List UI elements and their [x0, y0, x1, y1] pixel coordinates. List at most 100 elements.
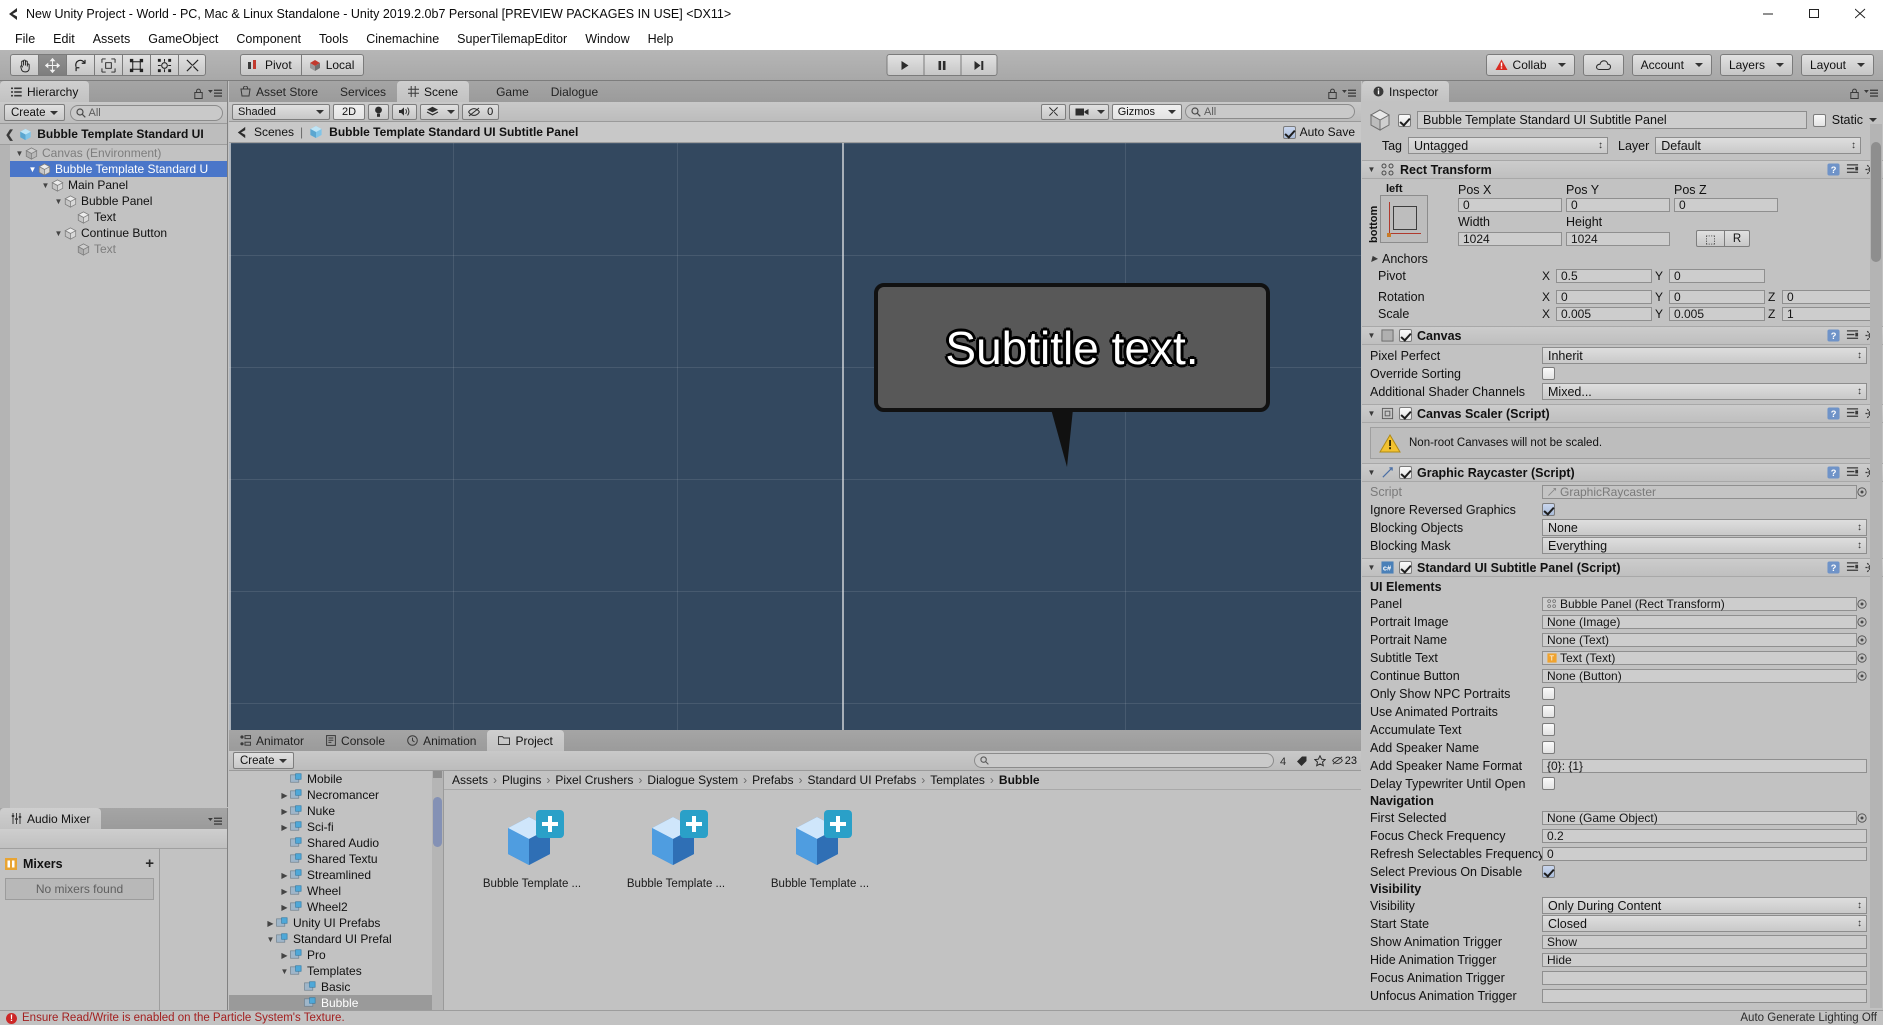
project-create-button[interactable]: Create — [233, 752, 294, 769]
pos-y-input[interactable]: 0 — [1566, 198, 1670, 212]
preset-icon[interactable] — [1846, 561, 1859, 574]
project-tree-item-8[interactable]: ▶ Wheel2 — [229, 899, 443, 915]
inspector-scrollbar[interactable] — [1870, 124, 1882, 1008]
foldout-arrow-icon[interactable]: ▼ — [1367, 563, 1376, 572]
hierarchy-item-6[interactable]: Text — [0, 241, 227, 257]
tab-services[interactable]: Services — [329, 81, 397, 102]
preset-icon[interactable] — [1846, 466, 1859, 479]
tab-animation[interactable]: Animation — [396, 730, 487, 751]
foldout-arrow-icon[interactable]: ▶ — [279, 823, 290, 832]
animated-portraits-checkbox[interactable] — [1542, 705, 1555, 718]
crumb-pixelcrushers[interactable]: Pixel Crushers — [555, 773, 633, 787]
hierarchy-item-5[interactable]: ▼ Continue Button — [0, 225, 227, 241]
refresh-selectables-input[interactable]: 0 — [1542, 846, 1867, 861]
scale-z-input[interactable]: 1 — [1782, 306, 1878, 321]
graphic-raycaster-header[interactable]: ▼ Graphic Raycaster (Script) ? — [1362, 463, 1883, 482]
shading-mode-dropdown[interactable]: Shaded — [232, 103, 330, 120]
focus-animation-trigger-input[interactable] — [1542, 970, 1867, 985]
delay-typewriter-checkbox[interactable] — [1542, 777, 1555, 790]
object-enabled-checkbox[interactable] — [1398, 113, 1411, 127]
scene-tools-button[interactable] — [1040, 103, 1066, 120]
tab-asset-store[interactable]: Asset Store — [229, 81, 329, 102]
foldout-arrow-icon[interactable]: ▶ — [279, 871, 290, 880]
rotation-y-input[interactable]: 0 — [1669, 289, 1765, 304]
accumulate-text-checkbox[interactable] — [1542, 723, 1555, 736]
object-picker-icon[interactable] — [1857, 598, 1867, 609]
subtitle-bubble[interactable]: Subtitle text. — [874, 283, 1270, 412]
project-tree-item-9[interactable]: ▶ Unity UI Prefabs — [229, 915, 443, 931]
tab-dialogue[interactable]: Dialogue — [540, 81, 609, 102]
tab-inspector[interactable]: Inspector — [1362, 81, 1450, 102]
foldout-arrow-icon[interactable]: ▼ — [1367, 165, 1376, 174]
layers-button[interactable]: Layers — [1719, 54, 1793, 76]
foldout-arrow-icon[interactable]: ▼ — [1367, 409, 1376, 418]
panel-menu-icon[interactable] — [1342, 89, 1356, 98]
canvas-header[interactable]: ▼ Canvas ? — [1362, 326, 1883, 345]
account-button[interactable]: Account — [1631, 54, 1712, 76]
transform-tool-button[interactable] — [150, 54, 178, 76]
height-input[interactable]: 1024 — [1566, 231, 1670, 246]
subtitle-panel-enabled-checkbox[interactable] — [1399, 561, 1412, 574]
scene-breadcrumb-object[interactable]: Bubble Template Standard UI Subtitle Pan… — [329, 125, 578, 139]
add-mixer-button[interactable]: + — [145, 855, 154, 872]
scene-fx-dropdown[interactable] — [420, 103, 460, 120]
portrait-image-objectfield[interactable]: None (Image) — [1542, 614, 1857, 629]
blueprint-mode-button[interactable]: ⬚ — [1696, 230, 1725, 247]
object-picker-icon[interactable] — [1857, 634, 1867, 645]
project-tree-item-7[interactable]: ▶ Wheel — [229, 883, 443, 899]
tab-animator[interactable]: Animator — [229, 730, 315, 751]
project-tree-scrollbar[interactable] — [432, 771, 443, 1025]
layout-button[interactable]: Layout — [1800, 54, 1874, 76]
favorite-star-icon[interactable] — [1313, 754, 1326, 767]
pivot-y-input[interactable]: 0 — [1669, 268, 1765, 283]
tag-dropdown[interactable]: Untagged — [1408, 137, 1608, 154]
scroll-thumb[interactable] — [433, 797, 442, 847]
label-tag-icon[interactable] — [1296, 755, 1308, 767]
pixel-perfect-dropdown[interactable]: Inherit — [1542, 347, 1867, 364]
project-tree-item-0[interactable]: Mobile — [229, 771, 443, 787]
menu-file[interactable]: File — [6, 30, 44, 48]
local-toggle-button[interactable]: Local — [300, 54, 365, 76]
help-icon[interactable]: ? — [1827, 163, 1840, 176]
raw-edit-button[interactable]: R — [1724, 230, 1751, 247]
project-tree-item-12[interactable]: ▼ Templates — [229, 963, 443, 979]
foldout-arrow-icon[interactable]: ▶ — [279, 903, 290, 912]
foldout-arrow-icon[interactable]: ▶ — [1370, 254, 1379, 263]
blocking-mask-dropdown[interactable]: Everything — [1542, 537, 1867, 554]
show-animation-trigger-input[interactable]: Show — [1542, 934, 1867, 949]
pivot-toggle-button[interactable]: Pivot — [240, 54, 301, 76]
add-speaker-name-checkbox[interactable] — [1542, 741, 1555, 754]
gizmos-dropdown[interactable]: Gizmos — [1111, 103, 1182, 120]
project-tree-item-4[interactable]: Shared Audio — [229, 835, 443, 851]
menu-tools[interactable]: Tools — [310, 30, 357, 48]
autosave-checkbox[interactable] — [1282, 125, 1296, 139]
back-chevron-icon[interactable]: ❮ — [5, 128, 14, 141]
project-tree-item-6[interactable]: ▶ Streamlined — [229, 867, 443, 883]
focus-check-frequency-input[interactable]: 0.2 — [1542, 828, 1867, 843]
visibility-dropdown[interactable]: Only During Content — [1542, 897, 1867, 914]
project-tree-item-13[interactable]: Basic — [229, 979, 443, 995]
menu-assets[interactable]: Assets — [84, 30, 140, 48]
gizmos-search-input[interactable]: All — [1185, 104, 1355, 119]
tab-game[interactable]: Game — [469, 81, 540, 102]
lock-icon[interactable] — [1850, 88, 1859, 99]
minimize-button[interactable] — [1745, 0, 1791, 27]
project-tree-item-14[interactable]: Bubble — [229, 995, 443, 1011]
chevron-down-icon[interactable] — [1869, 118, 1877, 122]
panel-menu-icon[interactable] — [208, 817, 222, 826]
preset-icon[interactable] — [1846, 163, 1859, 176]
hide-animation-trigger-input[interactable]: Hide — [1542, 952, 1867, 967]
view-2d-toggle[interactable]: 2D — [333, 103, 366, 120]
hierarchy-search-input[interactable]: All — [69, 104, 223, 121]
continue-button-objectfield[interactable]: None (Button) — [1542, 668, 1857, 683]
scene-viewport[interactable]: Subtitle text. — [229, 143, 1361, 750]
anchors-foldout-row[interactable]: ▶ Anchors — [1362, 251, 1883, 266]
menu-edit[interactable]: Edit — [44, 30, 84, 48]
pause-button[interactable] — [923, 54, 960, 76]
scene-autosave-toggle[interactable]: Auto Save — [1282, 125, 1355, 139]
project-tree-item-3[interactable]: ▶ Sci-fi — [229, 819, 443, 835]
subtitle-panel-header[interactable]: ▼ c# Standard UI Subtitle Panel (Script)… — [1362, 558, 1883, 577]
lock-icon[interactable] — [194, 88, 203, 99]
menu-cinemachine[interactable]: Cinemachine — [357, 30, 448, 48]
project-tree-item-10[interactable]: ▼ Standard UI Prefal — [229, 931, 443, 947]
